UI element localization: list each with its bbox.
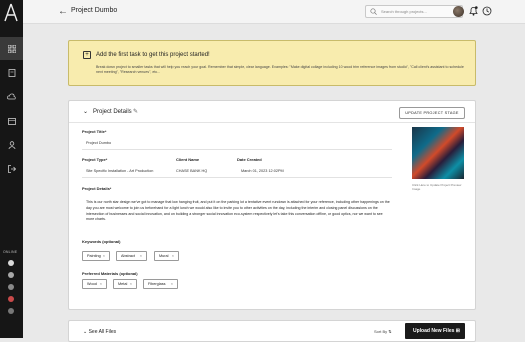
remove-icon[interactable]: × [100,280,102,288]
material-chip[interactable]: Metal × [113,279,137,289]
user-avatar[interactable] [453,6,464,17]
search-placeholder: Search through projects... [381,9,427,14]
project-details-field[interactable]: This is our north star design we've got … [86,200,391,223]
sidebar-item-calendar[interactable] [0,109,23,132]
client-name-field[interactable]: CHASE BANK HQ [176,169,207,173]
project-preview-image[interactable] [412,127,464,179]
banner-text: Break down project to smaller tasks that… [96,65,464,74]
remove-icon[interactable]: × [172,252,174,260]
online-user-avatar[interactable] [8,272,14,278]
document-icon [8,68,15,77]
material-chip[interactable]: Wood × [82,279,107,289]
logout-icon [7,164,16,173]
chevron-down-icon[interactable]: ⌄ [83,108,88,115]
project-details-label: Project Details* [82,186,112,191]
files-section: ⌄ See All Files Sort By ⇅ Upload New Fil… [68,320,476,342]
search-icon [370,8,377,15]
upload-new-files-button[interactable]: Upload New Files ⊞ [405,323,465,339]
keyword-chip[interactable]: Abstract × [116,251,147,261]
sidebar-item-profile[interactable] [0,133,23,156]
remove-icon[interactable]: × [130,280,132,288]
sidebar: ONLINE [0,0,23,338]
add-task-icon[interactable]: + [83,51,91,59]
keyword-chip[interactable]: Painting × [82,251,110,261]
remove-icon[interactable]: × [171,280,173,288]
remove-icon[interactable]: × [140,252,142,260]
online-user-avatar[interactable] [8,308,14,314]
sidebar-item-documents[interactable] [0,61,23,84]
page-title: Project Dumbo [71,7,118,14]
sidebar-item-projects[interactable] [0,37,23,60]
preview-image-caption[interactable]: Click Here to Update Project Preview Ima… [412,183,464,191]
grid-icon [7,44,16,53]
project-type-label: Project Type* [82,157,108,162]
top-bar: ← Project Dumbo Search through projects.… [23,0,525,24]
cloud-icon [7,93,16,100]
keyword-chip[interactable]: Mural × [154,251,179,261]
calendar-icon [7,117,16,125]
project-details-title: Project Details [93,109,132,115]
online-user-avatar[interactable] [8,296,14,302]
app-logo [3,3,20,22]
project-details-header: ⌄ Project Details ✎ UPDATE PROJECT STAGE [69,101,475,123]
clock-icon[interactable] [482,6,492,16]
materials-label: Preferred Materials (optional) [82,271,138,276]
project-title-label: Project Title* [82,129,107,134]
online-label: ONLINE [3,250,18,254]
divider [82,177,392,178]
online-user-avatar[interactable] [8,260,14,266]
remove-icon[interactable]: × [103,252,105,260]
bell-icon[interactable] [469,6,478,16]
banner-heading: Add the first task to get this project s… [96,52,210,58]
keywords-label: Keywords (optional) [82,239,121,244]
sidebar-item-logout[interactable] [0,157,23,180]
see-all-files-toggle[interactable]: ⌄ See All Files [83,329,116,335]
client-name-label: Client Name [176,157,200,162]
update-project-stage-button[interactable]: UPDATE PROJECT STAGE [399,107,465,119]
project-details-card: ⌄ Project Details ✎ UPDATE PROJECT STAGE… [68,100,476,310]
user-icon [7,140,16,149]
search-input[interactable]: Search through projects... [365,5,463,18]
upload-icon: ⊞ [455,328,460,334]
sidebar-item-cloud[interactable] [0,85,23,108]
online-user-avatar[interactable] [8,284,14,290]
sort-icon: ⇅ [388,329,392,334]
first-task-banner: + Add the first task to get this project… [68,40,476,86]
date-created-label: Date Created [237,157,262,162]
sort-by-control[interactable]: Sort By ⇅ [374,329,392,334]
divider [82,149,392,150]
back-arrow-icon[interactable]: ← [58,6,68,17]
project-type-field[interactable]: Site Specific Installation - Art Product… [86,169,153,173]
pencil-icon[interactable]: ✎ [133,108,138,115]
project-title-field[interactable]: Project Dumbo [86,141,111,145]
material-chip[interactable]: Fiberglass × [143,279,178,289]
date-created-value: March 01, 2023 12:02PM [241,169,284,173]
